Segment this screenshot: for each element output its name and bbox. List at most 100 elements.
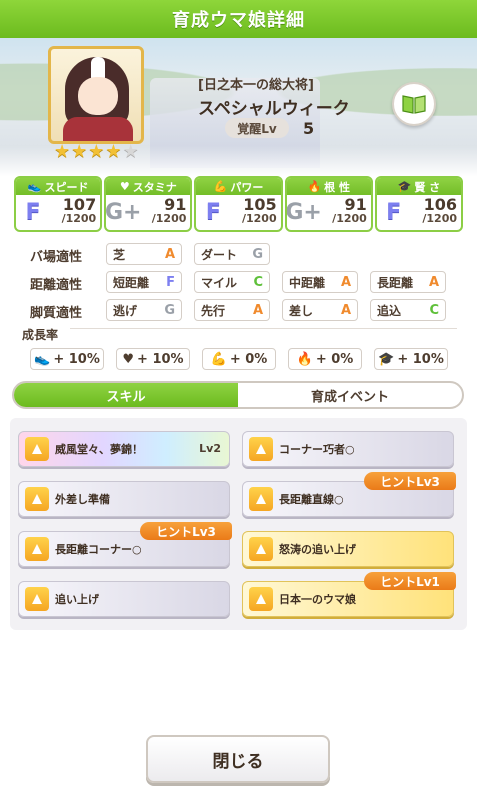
skill-card[interactable]: 外差し準備 xyxy=(18,481,230,517)
aptitude-rank: C xyxy=(253,274,263,290)
skill-speed-icon xyxy=(249,537,273,561)
aptitude-name: 中距離 xyxy=(289,275,326,290)
stat-grade: G+ xyxy=(285,199,322,225)
tab-training-event[interactable]: 育成イベント xyxy=(238,383,462,407)
growth-speed: 👟 + 10% xyxy=(30,348,104,370)
stat-grade: G+ xyxy=(104,199,142,225)
style-aptitude-label: 脚質適性 xyxy=(30,306,83,321)
growth-value: + 0% xyxy=(315,351,354,367)
stat-grade: F xyxy=(205,199,221,225)
aptitude-name: マイル xyxy=(201,275,238,290)
tab-bar: スキル 育成イベント xyxy=(12,381,464,409)
aptitude-short: 短距離 F xyxy=(106,271,182,293)
awakening-value: 5 xyxy=(303,118,315,138)
character-name: スペシャルウィーク xyxy=(198,99,350,119)
growth-wisdom: 🎓 + 10% xyxy=(374,348,448,370)
star-icon: ★ xyxy=(71,141,88,162)
book-button[interactable] xyxy=(392,82,436,126)
stat-value: 106 xyxy=(423,195,458,214)
skill-level: Lv2 xyxy=(199,442,221,455)
aptitude-rank: C xyxy=(429,302,439,318)
stat-value: 107 xyxy=(62,195,97,214)
aptitude-name: 差し xyxy=(289,303,314,318)
aptitude-long: 長距離 A xyxy=(370,271,446,293)
skill-card[interactable]: コーナー巧者○ xyxy=(242,431,454,467)
stats-panel: 👟 スピード F 107/1200 ♥ スタミナ G+ 91/1200 💪 パワー F 10… xyxy=(14,176,464,232)
skill-card[interactable]: 威風堂々、夢錦！ Lv2 xyxy=(18,431,230,467)
skill-name: 長距離コーナー○ xyxy=(55,543,142,556)
stat-label: スタミナ xyxy=(132,180,177,194)
muscle-icon: 💪 xyxy=(210,351,227,367)
stat-wisdom: 🎓 賢 さ F 106/1200 xyxy=(374,176,464,232)
aptitude-name: 逃げ xyxy=(113,303,138,318)
skill-card[interactable]: 追い上げ xyxy=(18,581,230,617)
aptitude-name: ダート xyxy=(201,247,238,262)
stat-max: /1200 xyxy=(332,212,367,225)
stat-value: 105 xyxy=(243,195,277,214)
divider xyxy=(70,328,457,329)
aptitude-turf: 芝A xyxy=(106,243,182,265)
close-button[interactable]: 閉じる xyxy=(146,735,330,783)
distance-aptitude-label: 距離適性 xyxy=(30,278,83,293)
skill-name: 長距離直線○ xyxy=(279,493,344,506)
skill-name: 怒涛の追い上げ xyxy=(279,543,356,556)
growth-power: 💪 + 0% xyxy=(202,348,276,370)
stat-label: 根 性 xyxy=(324,180,350,194)
skill-speed-icon xyxy=(249,437,273,461)
star-icon: ★ xyxy=(105,141,122,162)
stat-speed: 👟 スピード F 107/1200 xyxy=(14,176,103,232)
stat-guts: 🔥 根 性 G+ 91/1200 xyxy=(284,176,373,232)
skill-speed-icon xyxy=(25,437,49,461)
hint-badge: ヒントLv1 xyxy=(364,572,456,590)
stat-grade: F xyxy=(386,199,402,225)
skill-name: 外差し準備 xyxy=(55,493,110,506)
growth-value: + 10% xyxy=(397,351,444,367)
aptitude-chaser: 追込 C xyxy=(370,299,446,321)
skill-name: コーナー巧者○ xyxy=(279,443,355,456)
awakening-level: 覚醒Lv 5 xyxy=(225,117,347,139)
growth-value: + 0% xyxy=(229,351,268,367)
aptitude-leader: 先行 A xyxy=(194,299,270,321)
shoe-icon: 👟 xyxy=(27,180,42,193)
skill-card[interactable]: 怒涛の追い上げ xyxy=(242,531,454,567)
tab-skill[interactable]: スキル xyxy=(14,383,238,407)
aptitude-rank: A xyxy=(340,274,351,290)
heart-icon: ♥ xyxy=(122,351,135,367)
flame-icon: 🔥 xyxy=(307,180,322,193)
stat-value: 91 xyxy=(344,195,367,214)
aptitude-rank: A xyxy=(428,274,439,290)
rarity-stars: ★ ★ ★ ★ ★ xyxy=(54,141,139,162)
aptitude-name: 長距離 xyxy=(377,275,414,290)
awakening-label: 覚醒Lv xyxy=(225,118,289,138)
stat-grade: F xyxy=(25,199,41,225)
skill-speed-icon xyxy=(25,537,49,561)
aptitude-rank: F xyxy=(166,274,175,290)
aptitude-name: 追込 xyxy=(377,303,402,318)
skill-name: 日本一のウマ娘 xyxy=(279,593,356,606)
growth-stamina: ♥ + 10% xyxy=(116,348,190,370)
stat-power: 💪 パワー F 105/1200 xyxy=(194,176,283,232)
mortarboard-icon: 🎓 xyxy=(378,351,395,367)
aptitude-medium: 中距離 A xyxy=(282,271,358,293)
aptitude-name: 短距離 xyxy=(113,275,150,290)
star-icon: ★ xyxy=(54,141,71,162)
aptitude-rank: G xyxy=(252,246,263,262)
stat-max: /1200 xyxy=(241,212,277,225)
stat-label: スピード xyxy=(44,180,89,194)
growth-rate-label: 成長率 xyxy=(22,328,59,342)
growth-value: + 10% xyxy=(53,351,100,367)
aptitude-mile: マイル C xyxy=(194,271,270,293)
flame-icon: 🔥 xyxy=(296,351,313,367)
skill-speed-icon xyxy=(249,587,273,611)
page-title: 育成ウマ娘詳細 xyxy=(172,10,305,31)
growth-guts: 🔥 + 0% xyxy=(288,348,362,370)
stat-label: パワー xyxy=(230,180,264,194)
heart-icon: ♥ xyxy=(119,180,130,193)
skill-speed-icon xyxy=(25,487,49,511)
stat-max: /1200 xyxy=(61,212,97,225)
stat-label: 賢 さ xyxy=(414,180,441,194)
hint-badge: ヒントLv3 xyxy=(140,522,232,540)
aptitude-rank: G xyxy=(164,302,175,318)
mortarboard-icon: 🎓 xyxy=(397,180,412,193)
aptitude-rank: A xyxy=(252,302,263,318)
